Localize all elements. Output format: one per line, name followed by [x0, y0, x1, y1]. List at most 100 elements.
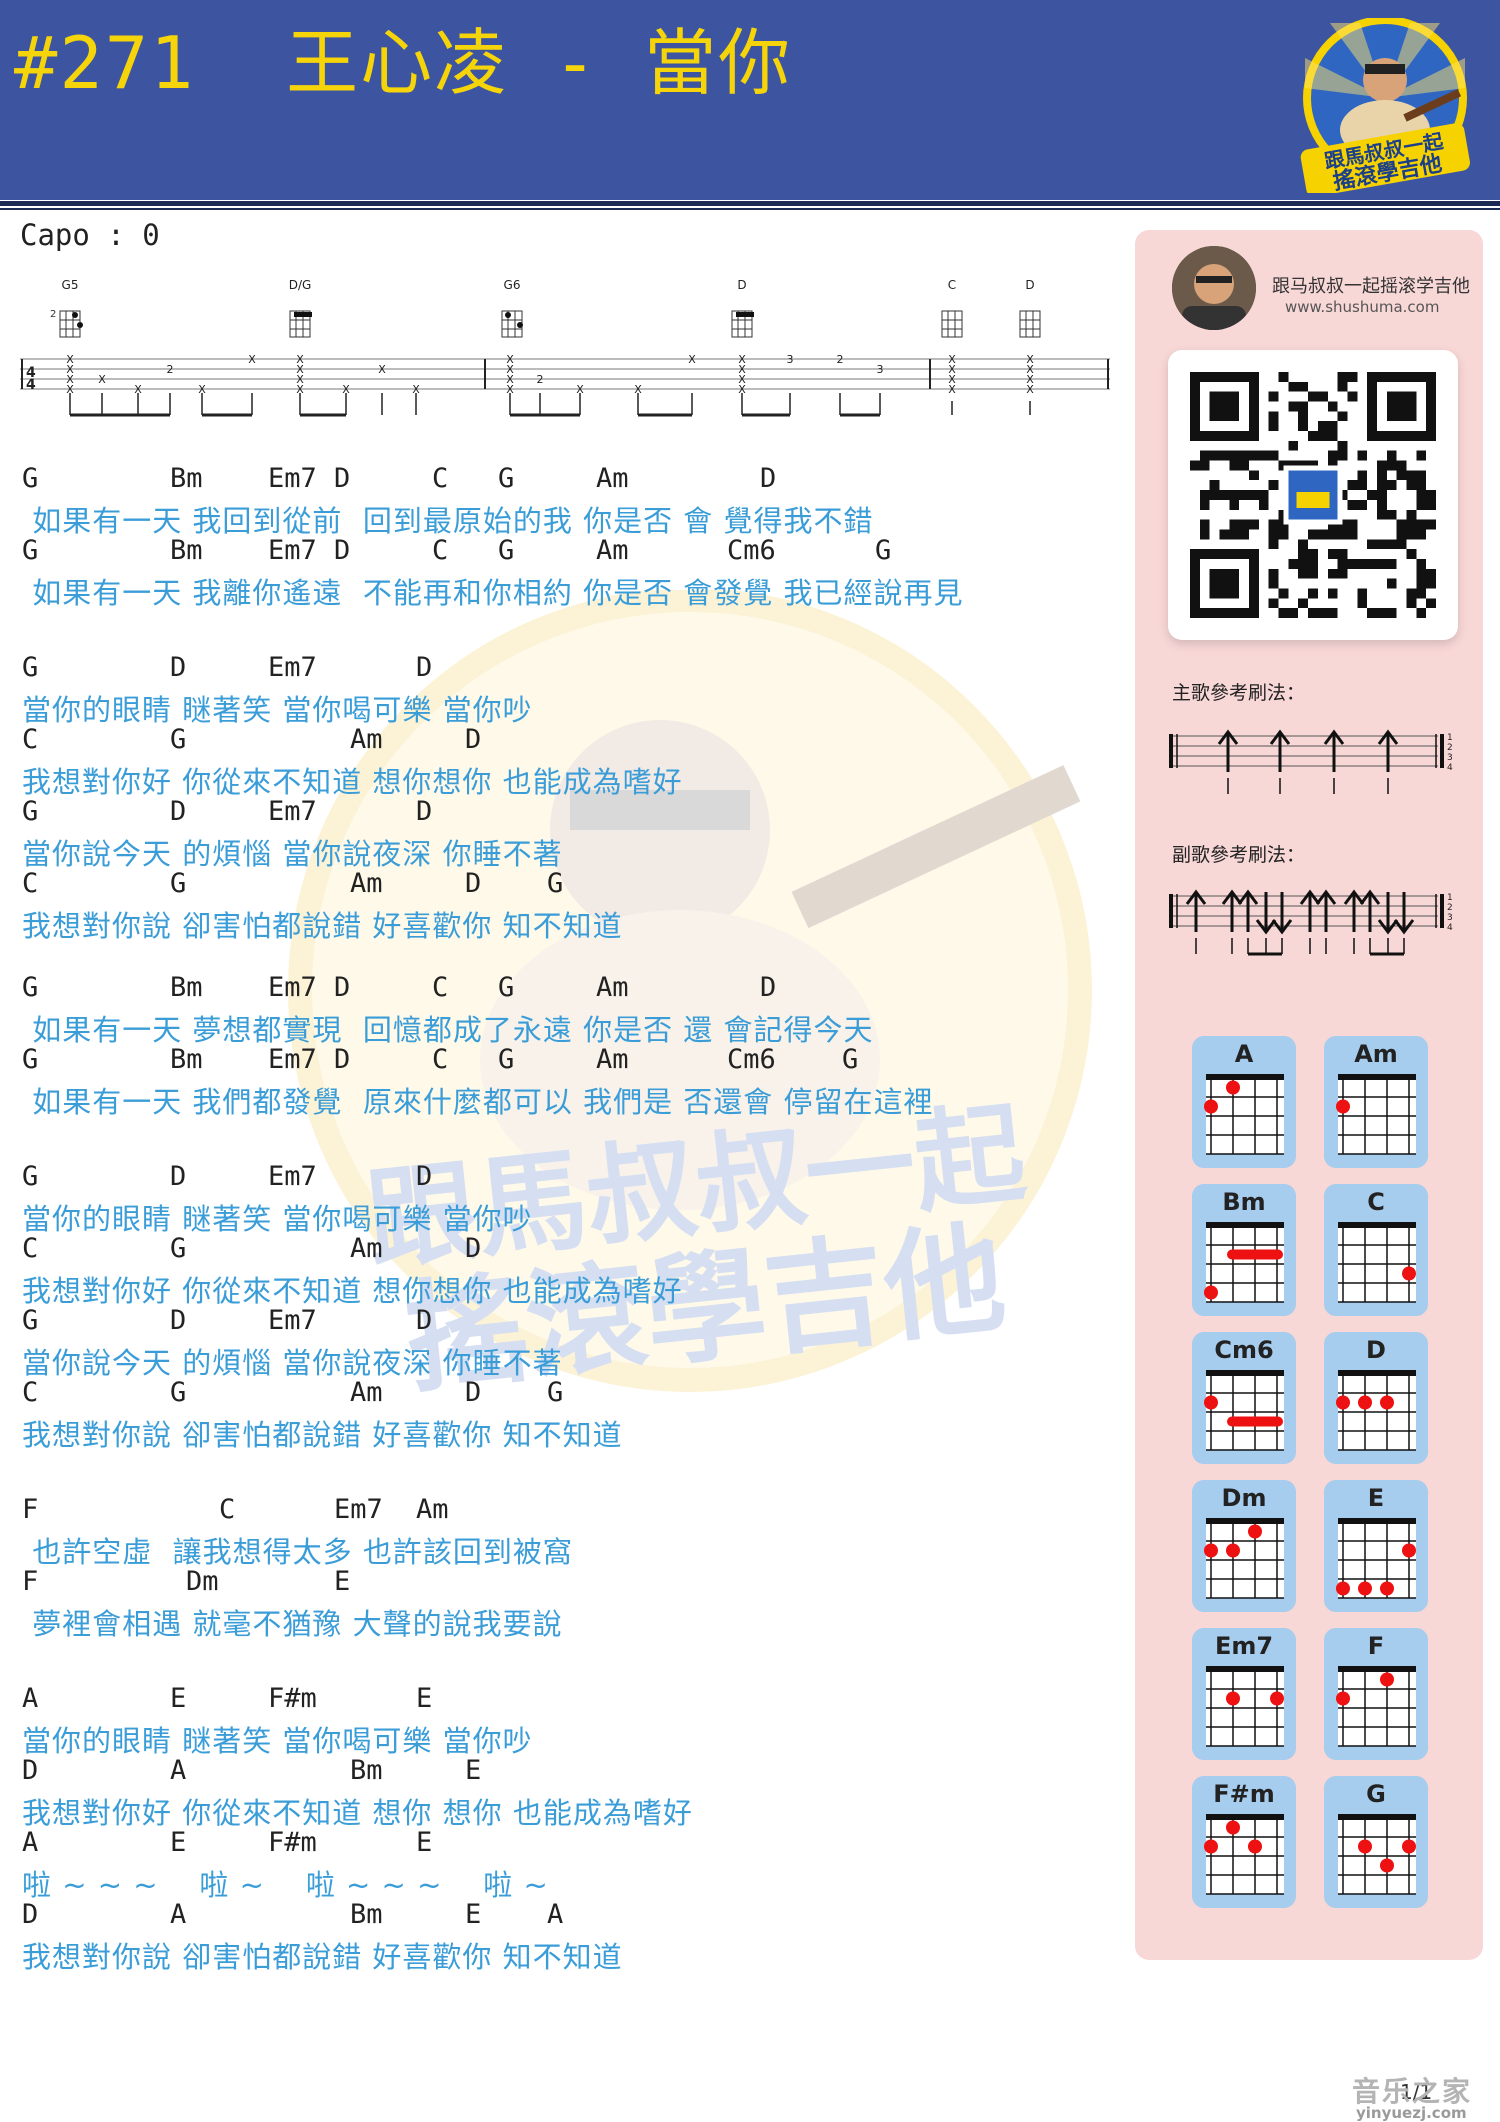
chord-line: D A Bm E A: [22, 1899, 1122, 1933]
author-website[interactable]: www.shushuma.com: [1285, 298, 1439, 316]
chord-symbol: E: [465, 1755, 482, 1786]
chord-symbol: D: [170, 1161, 187, 1192]
chord-symbol: G: [170, 868, 187, 899]
chord-symbol: C: [432, 535, 449, 566]
chord-diagram: [1336, 1666, 1416, 1747]
chord-symbol: D: [465, 1233, 482, 1264]
svg-text:X: X: [1026, 383, 1034, 396]
chord-diagram: [1204, 1518, 1284, 1599]
chord-card-name: F#m: [1213, 1780, 1275, 1808]
string-number: 2: [1447, 903, 1453, 913]
chord-symbol: D: [22, 1899, 39, 1930]
chord-symbol: Cm6: [727, 535, 776, 566]
chord-symbol: G: [22, 796, 39, 827]
chord-symbol: G: [22, 1161, 39, 1192]
chord-symbol: Em7: [268, 535, 317, 566]
chord-diagram: [1204, 1222, 1284, 1303]
chord-symbol: G: [22, 1305, 39, 1336]
chord-symbol: G: [170, 1233, 187, 1264]
chord-diagram: [1336, 1074, 1416, 1155]
lyric-line: 如果有一天 夢想都實現 回憶都成了永遠 你是否 還 會記得今天: [22, 1013, 874, 1047]
chord-symbol: A: [547, 1899, 564, 1930]
chord-symbol: G: [498, 463, 515, 494]
chord-card: A: [1192, 1036, 1296, 1168]
chord-symbol: Am: [596, 972, 629, 1003]
chord-symbol: G: [22, 652, 39, 683]
strum-down-arrow-icon: [1255, 892, 1277, 935]
chord-symbol: D: [334, 463, 351, 494]
chord-symbol: D: [465, 724, 482, 755]
lyric-line: 夢裡會相遇 就毫不猶豫 大聲的說我要說: [22, 1607, 563, 1641]
chord-symbol: F#m: [268, 1827, 317, 1858]
chord-symbol: Am: [350, 724, 383, 755]
chord-symbol: C: [22, 868, 39, 899]
intro-tab: G5 D/G G6 D C D 2 4 4 XXXX XX XX XXXX XXX…: [20, 278, 1110, 417]
chord-card: E: [1324, 1480, 1428, 1612]
chord-symbol: C: [22, 724, 39, 755]
strum-down-arrow-icon: [1393, 892, 1415, 935]
chord-card-name: Em7: [1214, 1632, 1274, 1660]
chord-card: C: [1324, 1184, 1428, 1316]
chord-card-name: E: [1367, 1484, 1385, 1512]
chord-symbol: E: [416, 1683, 433, 1714]
chord-card-name: Bm: [1222, 1188, 1266, 1216]
chord-symbol: Em7: [268, 1161, 317, 1192]
chord-symbol: Am: [596, 535, 629, 566]
lyric-line: 我想對你好 你從來不知道 想你想你 也能成為嗜好: [22, 765, 683, 799]
chord-symbol: Bm: [170, 463, 203, 494]
string-number: 3: [1447, 913, 1453, 923]
chord-line: G Bm Em7 D C G Am D: [22, 972, 1122, 1006]
chord-card-name: G: [1366, 1780, 1386, 1808]
chord-symbol: G: [547, 868, 564, 899]
lyric-line: 啦 ~ ~ ~ 啦 ~ 啦 ~ ~ ~ 啦 ~: [22, 1868, 549, 1902]
qr-code[interactable]: [1190, 372, 1436, 618]
chord-line: F Dm E: [22, 1566, 1122, 1600]
chord-symbol: D: [170, 796, 187, 827]
tab-chord-name: G5: [62, 278, 79, 292]
chord-symbol: Bm: [350, 1899, 383, 1930]
tab-number: 3: [877, 363, 884, 376]
chord-diagram: [1336, 1370, 1416, 1451]
tab-number: 2: [837, 353, 844, 366]
tab-number: 2: [537, 373, 544, 386]
chord-symbol: G: [547, 1377, 564, 1408]
lyric-line: 當你的眼睛 瞇著笑 當你喝可樂 當你吵: [22, 1202, 533, 1236]
chord-symbol: C: [432, 463, 449, 494]
chord-card-name: Cm6: [1214, 1336, 1274, 1364]
chord-card-name: Dm: [1221, 1484, 1267, 1512]
chord-card: Cm6: [1192, 1332, 1296, 1464]
string-number: 1: [1447, 733, 1453, 743]
chord-diagram: [1206, 1666, 1284, 1747]
chord-symbol: Em7: [268, 463, 317, 494]
chord-line: G D Em7 D: [22, 796, 1122, 830]
lyric-line: 我想對你好 你從來不知道 想你 想你 也能成為嗜好: [22, 1796, 693, 1830]
chord-symbol: Cm6: [727, 1044, 776, 1075]
chord-diagram: [1338, 1814, 1416, 1895]
tab-chord-name: C: [948, 278, 956, 292]
strum-down-arrow-icon: [1377, 892, 1399, 935]
lyric-line: 我想對你好 你從來不知道 想你想你 也能成為嗜好: [22, 1274, 683, 1308]
chord-symbol: C: [432, 1044, 449, 1075]
lyric-line: 也許空虛 讓我想得太多 也許該回到被窩: [22, 1535, 573, 1569]
svg-text:X: X: [948, 383, 956, 396]
chord-symbol: Em7: [268, 972, 317, 1003]
chord-symbol: D: [170, 652, 187, 683]
chord-symbol: E: [465, 1899, 482, 1930]
chord-symbol: D: [416, 1161, 433, 1192]
chord-line: D A Bm E: [22, 1755, 1122, 1789]
chord-symbol: Am: [596, 463, 629, 494]
header-divider-thin: [0, 208, 1500, 210]
chord-symbol: D: [416, 652, 433, 683]
chord-symbol: C: [219, 1494, 236, 1525]
string-number: 4: [1447, 763, 1453, 773]
chord-symbol: D: [334, 535, 351, 566]
tab-chord-name: D: [737, 278, 746, 292]
chord-diagram: [1204, 1074, 1284, 1155]
chord-diagram: [1204, 1814, 1284, 1895]
chord-symbol: G: [842, 1044, 859, 1075]
chord-symbol: G: [22, 463, 39, 494]
chord-symbol: F#m: [268, 1683, 317, 1714]
chord-diagram: [1336, 1518, 1416, 1599]
tab-chord-name: D: [1025, 278, 1034, 292]
chord-line: C G Am D G: [22, 1377, 1122, 1411]
